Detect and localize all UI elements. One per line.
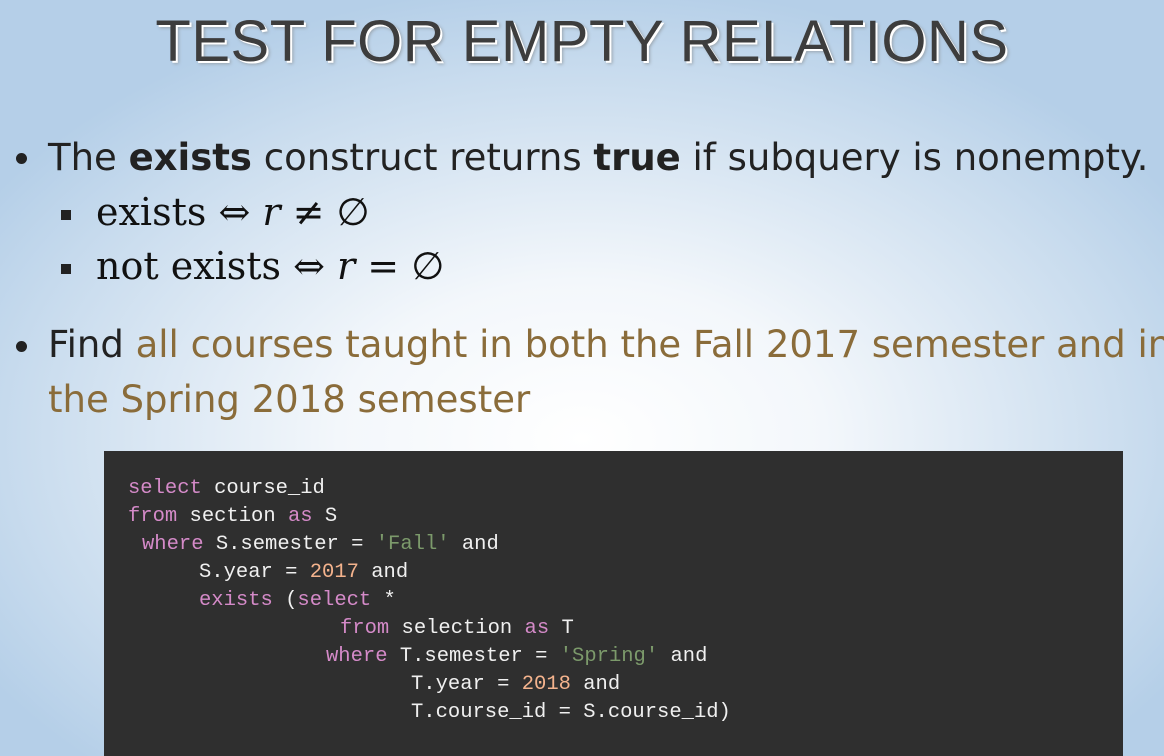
math-var: r (262, 190, 281, 234)
text-segment: construct returns (251, 136, 594, 179)
code-keyword: as (524, 617, 550, 640)
math-iff: ⇔ (281, 244, 338, 288)
code-number: 2018 (521, 673, 571, 696)
highlight-text: all courses taught in both the Fall 2017… (135, 323, 1164, 366)
math-emptyset: ∅ (336, 190, 370, 234)
bullet-dot (16, 341, 27, 352)
code-number: 2017 (309, 561, 359, 584)
math-eq: = (355, 244, 412, 288)
sub-bullet-square (61, 210, 71, 220)
code-text: T.course_id = S.course_id) (411, 701, 731, 724)
code-line: S.year = 2017 and (199, 559, 408, 587)
code-keyword: as (287, 505, 313, 528)
code-text: and (449, 533, 499, 556)
code-string: 'Fall' (375, 533, 450, 556)
bullet-dot (16, 153, 27, 164)
sub-bullet-square (61, 264, 71, 274)
code-line: T.year = 2018 and (411, 671, 620, 699)
code-text: T.year = (411, 673, 522, 696)
keyword-exists: exists (128, 136, 252, 179)
code-text: T.semester = (387, 645, 560, 668)
math-neq: ≠ (280, 190, 337, 234)
math-exists: exists ⇔ r ≠ ∅ (96, 190, 370, 234)
code-text: and (570, 673, 621, 696)
code-line: T.course_id = S.course_id) (411, 699, 731, 727)
keyword-true: true (593, 136, 681, 179)
math-var: r (337, 244, 356, 288)
code-text: T (549, 617, 574, 640)
text-segment: Find (48, 323, 136, 366)
code-keyword: where (142, 533, 204, 556)
math-emptyset: ∅ (411, 244, 445, 288)
code-text: S.year = (199, 561, 310, 584)
code-text: S.semester = (203, 533, 376, 556)
code-text: selection (389, 617, 525, 640)
slide-title: TEST FOR EMPTY RELATIONS (155, 9, 1009, 74)
code-line: exists (select * (199, 587, 396, 615)
code-keyword: exists (199, 589, 273, 612)
code-text: and (658, 645, 708, 668)
code-text: course_id (201, 477, 325, 500)
code-block: select course_id from section as S where… (104, 451, 1123, 756)
math-not-exists: not exists ⇔ r = ∅ (96, 244, 444, 288)
code-line: from selection as T (340, 615, 574, 643)
code-text: section (177, 505, 288, 528)
code-keyword: where (326, 645, 388, 668)
bullet-find-text-cont: the Spring 2018 semester (48, 378, 531, 421)
code-line: where T.semester = 'Spring' and (326, 643, 707, 671)
code-keyword: from (340, 617, 390, 640)
code-text: and (358, 561, 409, 584)
code-text: * (371, 589, 396, 612)
code-line: select course_id (128, 475, 325, 503)
code-keyword: from (128, 505, 178, 528)
code-keyword: select (297, 589, 372, 612)
math-word: exists (96, 190, 207, 234)
bullet-exists-text: The exists construct returns true if sub… (48, 136, 1148, 179)
code-keyword: select (128, 477, 202, 500)
bullet-find-text: Find all courses taught in both the Fall… (48, 323, 1164, 366)
text-segment: if subquery is nonempty. (680, 136, 1149, 179)
code-line: where S.semester = 'Fall' and (142, 531, 499, 559)
math-word: not exists (96, 244, 282, 288)
code-string: 'Spring' (559, 645, 659, 668)
code-line: from section as S (128, 503, 337, 531)
text-segment: The (48, 136, 129, 179)
code-text: ( (272, 589, 298, 612)
code-text: S (312, 505, 338, 528)
math-iff: ⇔ (206, 190, 263, 234)
